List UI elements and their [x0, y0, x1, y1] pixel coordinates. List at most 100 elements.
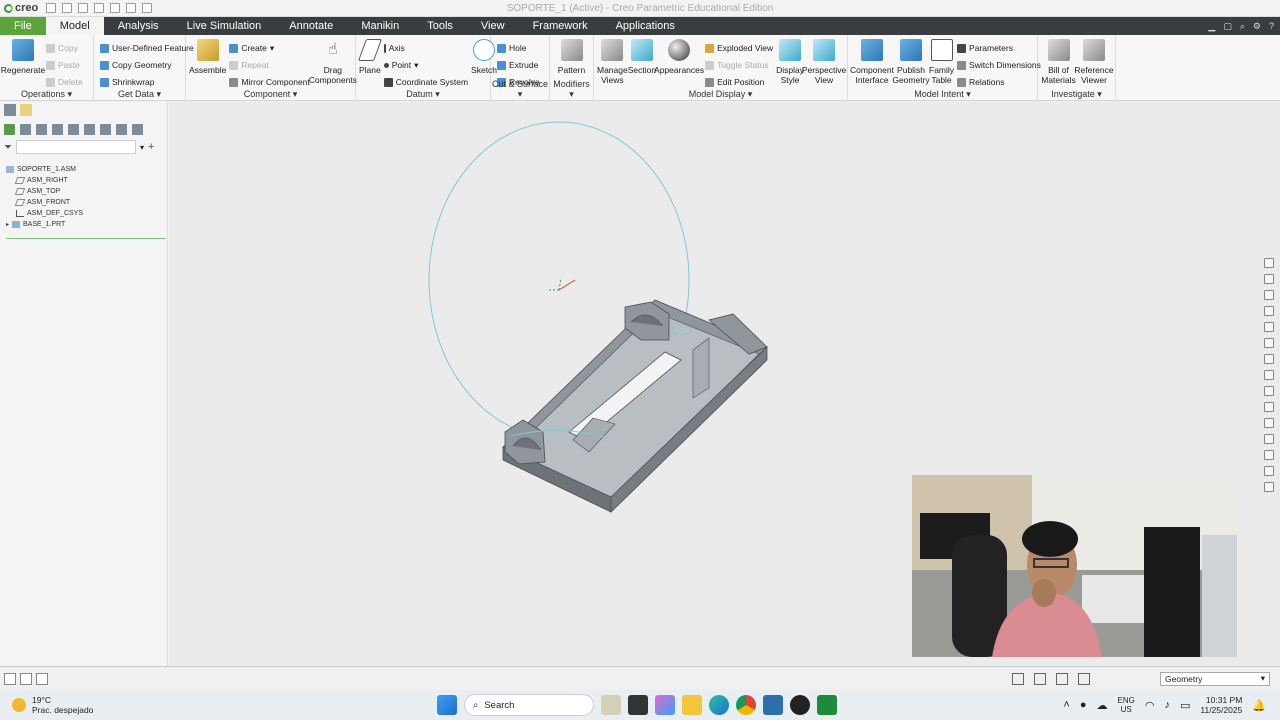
battery-icon[interactable]: ▭ — [1180, 699, 1190, 712]
group-label-datum[interactable]: Datum ▾ — [356, 89, 490, 100]
csys-button[interactable]: Coordinate System — [383, 75, 468, 89]
group-label-operations[interactable]: Operations ▾ — [0, 89, 93, 100]
redo-icon[interactable] — [110, 3, 121, 13]
copy-geometry-button[interactable]: Copy Geometry — [100, 58, 194, 72]
parameters-button[interactable]: Parameters — [957, 41, 1041, 55]
notification-icon[interactable]: 🔔 — [1252, 699, 1266, 712]
tab-view[interactable]: View — [467, 17, 519, 35]
widgets-icon[interactable] — [601, 695, 621, 715]
undo-icon[interactable] — [94, 3, 105, 13]
new-icon[interactable] — [46, 3, 57, 13]
pan-icon[interactable] — [1263, 322, 1274, 332]
volume-icon[interactable]: ♪ — [1164, 699, 1170, 711]
toggle-navigator-icon[interactable] — [4, 672, 16, 685]
tab-applications[interactable]: Applications — [602, 17, 689, 35]
zoom-out-icon[interactable] — [1263, 290, 1274, 300]
tree-item-asm-right[interactable]: ASM_RIGHT — [6, 175, 167, 186]
udf-button[interactable]: User-Defined Feature — [100, 41, 194, 55]
display-style-icon[interactable] — [1263, 354, 1274, 364]
zoom-in-icon[interactable] — [1263, 274, 1274, 284]
security-icon[interactable]: ● — [1080, 699, 1087, 711]
filter-tree-icon[interactable] — [68, 123, 79, 135]
onedrive-icon[interactable]: ☁ — [1097, 699, 1108, 712]
tab-tools[interactable]: Tools — [413, 17, 467, 35]
paste-button[interactable]: Paste — [46, 58, 83, 72]
shrinkwrap-button[interactable]: Shrinkwrap — [100, 75, 194, 89]
open-icon[interactable] — [62, 3, 73, 13]
delete-button[interactable]: Delete — [46, 75, 83, 89]
tab-framework[interactable]: Framework — [519, 17, 602, 35]
selection-box-icon[interactable] — [1034, 672, 1046, 685]
group-label-component[interactable]: Component ▾ — [186, 89, 355, 100]
tab-live-simulation[interactable]: Live Simulation — [173, 17, 276, 35]
spin-center-icon[interactable] — [1263, 434, 1274, 444]
folder-browser-tab-icon[interactable] — [20, 104, 32, 116]
regenerate-icon[interactable] — [126, 3, 137, 13]
expand-icon[interactable] — [116, 123, 127, 135]
selected-items-icon[interactable] — [1078, 672, 1090, 685]
tree-item-base-prt[interactable]: ▸ BASE_1.PRT — [6, 219, 167, 230]
add-icon[interactable]: + — [148, 141, 154, 153]
model-tree-tab-icon[interactable] — [4, 104, 16, 116]
hole-button[interactable]: Hole — [497, 41, 540, 55]
help-icon[interactable]: ? — [1269, 21, 1274, 32]
toggle-status-button[interactable]: Toggle Status — [705, 58, 773, 72]
group-label-model-display[interactable]: Model Display ▾ — [594, 89, 847, 100]
binoculars-icon[interactable] — [1012, 672, 1024, 685]
mirror-component-button[interactable]: Mirror Component — [229, 75, 310, 89]
clock[interactable]: 10:31 PM 11/25/2025 — [1200, 695, 1242, 715]
repeat-button[interactable]: Repeat — [229, 58, 310, 72]
tree-root[interactable]: SOPORTE_1.ASM — [6, 164, 167, 175]
task-view-icon[interactable] — [628, 695, 648, 715]
datum-display-icon[interactable] — [1263, 402, 1274, 412]
perspective-icon[interactable] — [1263, 386, 1274, 396]
exploded-view-button[interactable]: Exploded View — [705, 41, 773, 55]
assembly-icon[interactable] — [4, 123, 15, 135]
group-label-get-data[interactable]: Get Data ▾ — [94, 89, 185, 100]
weather-widget[interactable]: 19°C Prac. despejado — [0, 695, 93, 715]
saved-orientations-icon[interactable] — [1263, 338, 1274, 348]
selection-filter-dropdown[interactable]: Geometry ▾ — [1160, 671, 1270, 686]
tab-analysis[interactable]: Analysis — [104, 17, 173, 35]
minimize-icon[interactable]: ▁ — [1208, 21, 1215, 32]
tree-settings-icon[interactable] — [20, 123, 31, 135]
full-screen-icon[interactable] — [36, 672, 48, 685]
taskbar-search[interactable]: ⌕ Search — [464, 694, 594, 716]
settings-icon[interactable]: ⚙ — [1253, 21, 1261, 32]
annotation-display-icon[interactable] — [1263, 418, 1274, 428]
group-label-investigate[interactable]: Investigate ▾ — [1038, 89, 1115, 100]
expand-arrow-icon[interactable]: ▸ — [6, 221, 9, 228]
relations-button[interactable]: Relations — [957, 75, 1041, 89]
file-explorer-icon[interactable] — [682, 695, 702, 715]
repaint-icon[interactable] — [1263, 306, 1274, 316]
view-manager-icon[interactable] — [1263, 370, 1274, 380]
tab-model[interactable]: Model — [45, 17, 104, 35]
windows-icon[interactable] — [142, 3, 153, 13]
tab-manikin[interactable]: Manikin — [347, 17, 413, 35]
switch-dimensions-button[interactable]: Switch Dimensions — [957, 58, 1041, 72]
section-view-icon[interactable] — [1263, 466, 1274, 476]
maximize-icon[interactable]: ▢ — [1223, 21, 1232, 32]
tree-item-asm-top[interactable]: ASM_TOP — [6, 186, 167, 197]
chrome-icon[interactable] — [736, 695, 756, 715]
group-label-cut-surface[interactable]: Cut & Surface ▾ — [491, 79, 549, 100]
language-indicator[interactable]: ENG US — [1118, 696, 1135, 714]
pause-icon[interactable] — [1263, 482, 1274, 492]
creo-taskbar-icon[interactable] — [763, 695, 783, 715]
filter-icon[interactable]: ⏷ — [4, 142, 12, 153]
point-button[interactable]: Point ▾ — [383, 58, 468, 72]
create-button[interactable]: Create ▾ — [229, 41, 310, 55]
edit-position-button[interactable]: Edit Position — [705, 75, 773, 89]
group-label-modifiers[interactable]: Modifiers ▾ — [550, 79, 593, 100]
extrude-button[interactable]: Extrude — [497, 58, 540, 72]
tree-search-input[interactable] — [16, 140, 136, 154]
selection-filter-icon[interactable] — [1056, 672, 1068, 685]
wifi-icon[interactable]: ◠ — [1145, 699, 1155, 712]
find-icon[interactable] — [132, 123, 143, 135]
layers-icon[interactable] — [84, 123, 95, 135]
csys-display-icon[interactable] — [1263, 450, 1274, 460]
soporte-part[interactable] — [502, 299, 768, 513]
display-icon[interactable] — [100, 123, 111, 135]
copilot-icon[interactable] — [655, 695, 675, 715]
refit-icon[interactable] — [1263, 258, 1274, 268]
